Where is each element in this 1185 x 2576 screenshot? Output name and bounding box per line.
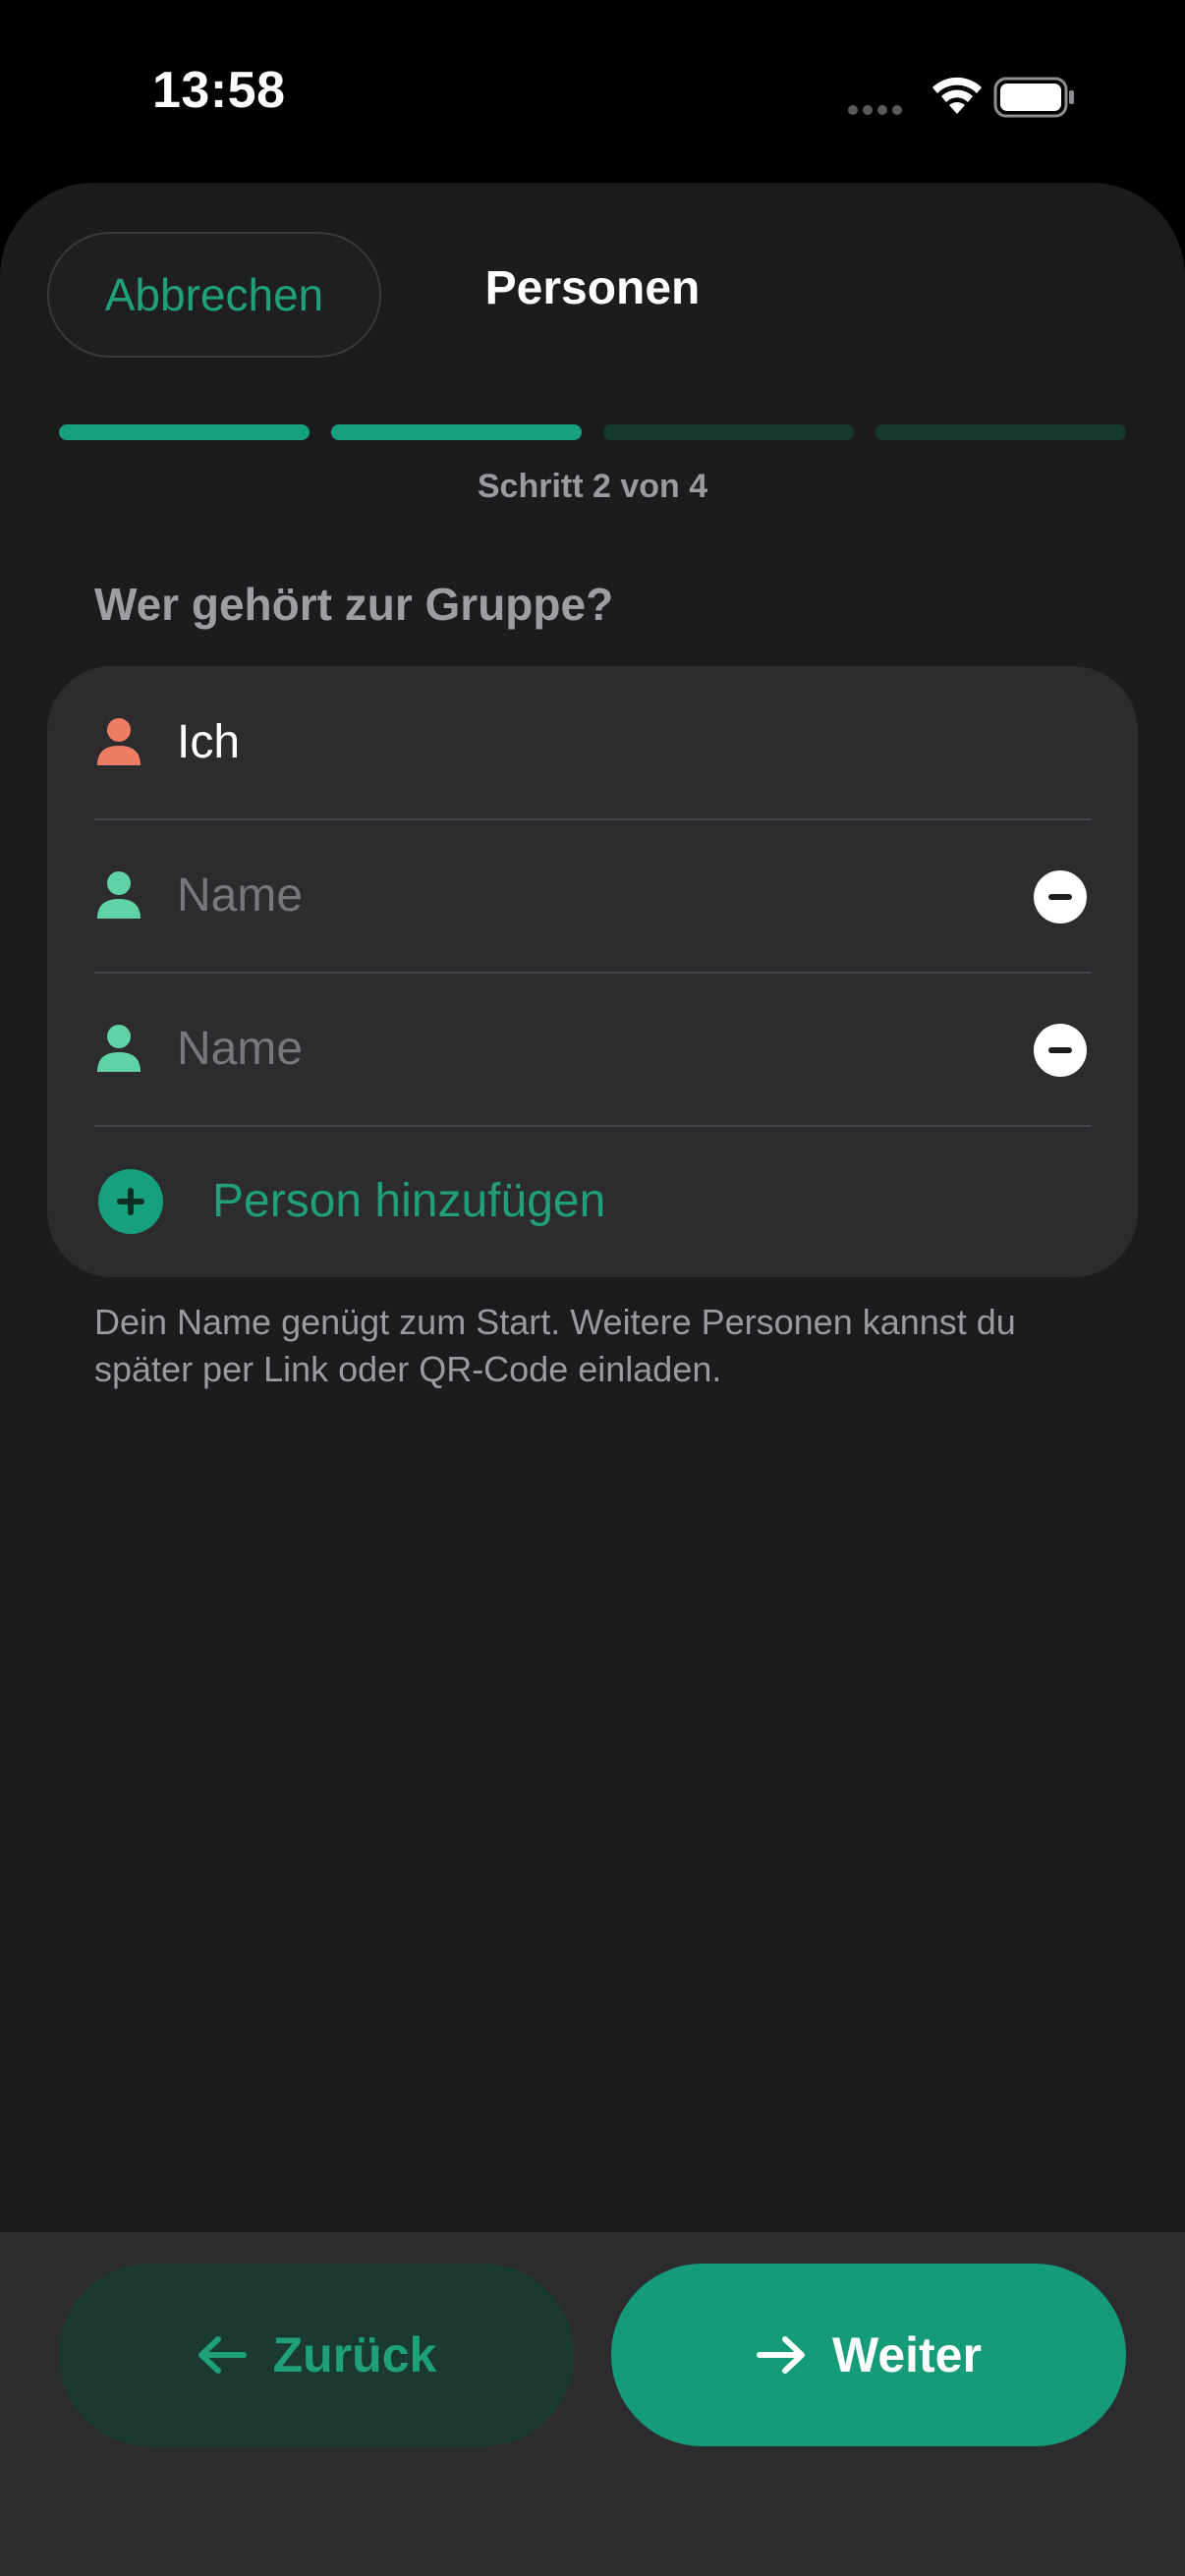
remove-member-button[interactable] — [1034, 1024, 1087, 1077]
person-icon — [97, 718, 141, 765]
member-row[interactable]: Name — [47, 973, 1138, 1126]
wifi-icon — [932, 77, 982, 114]
progress-segment-4 — [875, 424, 1126, 440]
members-card: Ich Name Name Person hinzufügen — [47, 666, 1138, 1277]
person-icon — [97, 1025, 141, 1072]
next-button[interactable]: Weiter — [611, 2264, 1126, 2446]
status-time: 13:58 — [152, 62, 286, 119]
person-icon — [97, 871, 141, 919]
back-button[interactable]: Zurück — [59, 2264, 574, 2446]
step-progress — [59, 424, 1126, 440]
progress-segment-1 — [59, 424, 310, 440]
member-row-self[interactable]: Ich — [47, 666, 1138, 819]
battery-icon — [993, 77, 1074, 118]
step-label: Schritt 2 von 4 — [477, 468, 708, 505]
member-row[interactable]: Name — [47, 819, 1138, 973]
sheet: Abbrechen Personen Schritt 2 von 4 Wer g… — [0, 183, 1185, 2576]
add-person-label: Person hinzufügen — [212, 1175, 606, 1227]
progress-segment-2 — [331, 424, 582, 440]
status-bar: 13:58 — [0, 0, 1185, 187]
back-label: Zurück — [272, 2327, 437, 2382]
add-person-button[interactable]: Person hinzufügen — [47, 1126, 1138, 1277]
member-name-field[interactable]: Name — [177, 819, 303, 973]
member-name-field[interactable]: Name — [177, 973, 303, 1126]
progress-segment-3 — [603, 424, 854, 440]
next-label: Weiter — [832, 2327, 982, 2382]
arrow-right-icon — [757, 2336, 806, 2374]
helper-text: Dein Name genügt zum Start. Weitere Pers… — [94, 1302, 1016, 1389]
arrow-left-icon — [198, 2336, 247, 2374]
section-heading: Wer gehört zur Gruppe? — [94, 579, 614, 630]
page-title: Personen — [484, 262, 701, 314]
bottom-bar: Zurück Weiter — [0, 2232, 1185, 2576]
member-name-field[interactable]: Ich — [177, 666, 240, 819]
signal-icon — [848, 102, 907, 120]
plus-icon — [98, 1169, 163, 1234]
remove-member-button[interactable] — [1034, 870, 1087, 924]
